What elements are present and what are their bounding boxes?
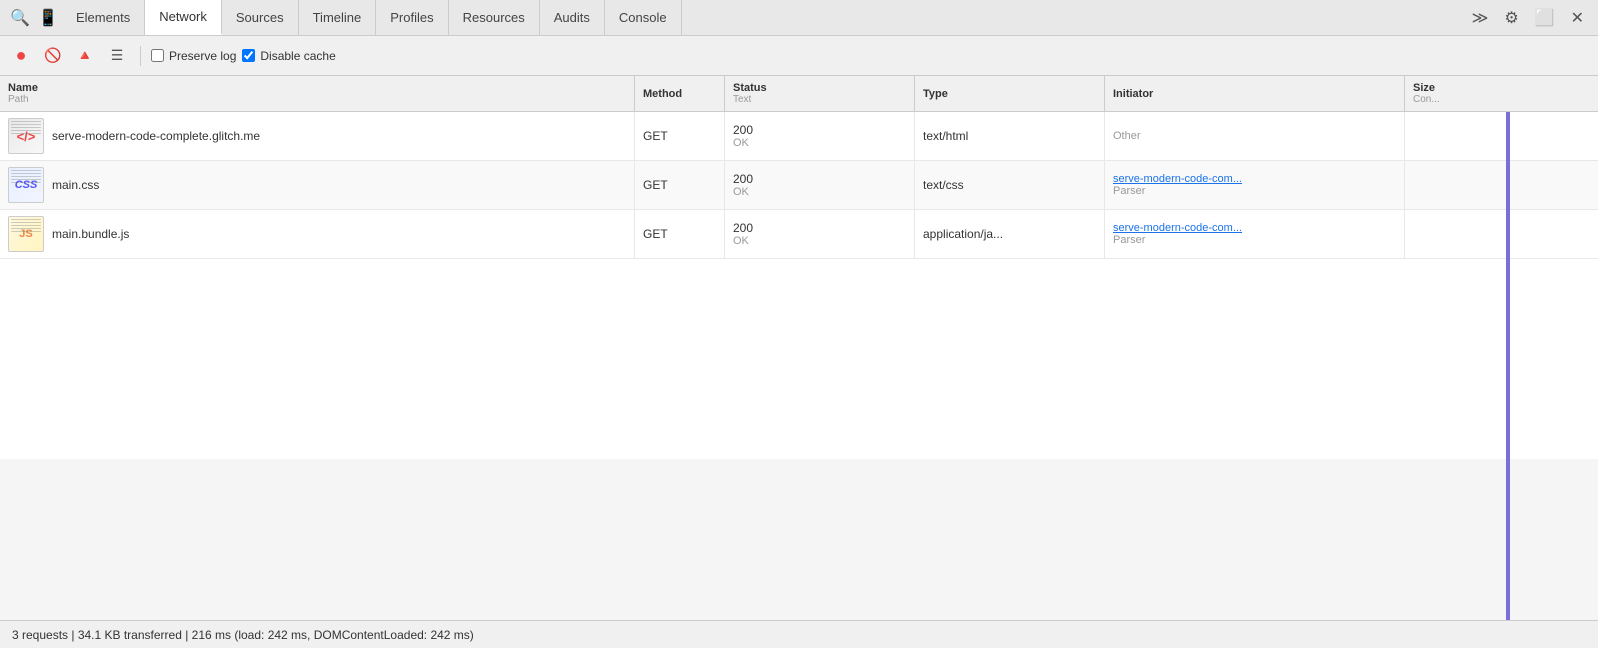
td-status-2: 200 OK <box>725 161 915 209</box>
tab-network[interactable]: Network <box>145 0 222 35</box>
top-nav: 🔍 📱 Elements Network Sources Timeline Pr… <box>0 0 1598 36</box>
tab-profiles[interactable]: Profiles <box>376 0 448 35</box>
th-name-sub: Path <box>8 94 626 105</box>
status-code-1: 200 <box>733 123 753 137</box>
execute-icon[interactable]: ≫ <box>1468 4 1493 32</box>
th-size-sub: Con... <box>1413 94 1590 105</box>
th-method[interactable]: Method <box>635 76 725 111</box>
th-size-main: Size <box>1413 82 1590 94</box>
preserve-log-text: Preserve log <box>169 49 236 63</box>
table-row[interactable]: JS main.bundle.js GET 200 OK application… <box>0 210 1598 259</box>
dock-icon[interactable]: ⬜ <box>1531 4 1559 32</box>
search-icon[interactable]: 🔍 <box>6 4 34 32</box>
td-name-3: JS main.bundle.js <box>0 210 635 258</box>
settings-icon[interactable]: ⚙ <box>1500 4 1522 32</box>
initiator-value-1: Other <box>1113 130 1141 142</box>
file-icon-js: JS <box>8 216 44 252</box>
file-name-3: main.bundle.js <box>52 227 129 241</box>
td-type-2: text/css <box>915 161 1105 209</box>
filter-button[interactable]: 🔺 <box>72 43 98 69</box>
preserve-log-label[interactable]: Preserve log <box>151 49 236 63</box>
initiator-sub-3: Parser <box>1113 234 1145 246</box>
file-icon-html: </> <box>8 118 44 154</box>
td-method-1: GET <box>635 112 725 160</box>
method-value-2: GET <box>643 178 668 192</box>
method-value-1: GET <box>643 129 668 143</box>
disable-cache-checkbox[interactable] <box>242 49 255 62</box>
initiator-link-3[interactable]: serve-modern-code-com... <box>1113 222 1242 234</box>
th-name[interactable]: Name Path <box>0 76 635 111</box>
toolbar: ● 🚫 🔺 ☰ Preserve log Disable cache <box>0 36 1598 76</box>
th-name-main: Name <box>8 82 626 94</box>
list-view-button[interactable]: ☰ <box>104 43 130 69</box>
td-name-1: </> serve-modern-code-complete.glitch.me <box>0 112 635 160</box>
record-button[interactable]: ● <box>8 43 34 69</box>
td-size-3 <box>1405 210 1598 258</box>
file-name-2: main.css <box>52 178 99 192</box>
table-header: Name Path Method Status Text Type Initia… <box>0 76 1598 112</box>
tab-sources[interactable]: Sources <box>222 0 299 35</box>
table-row[interactable]: CSS main.css GET 200 OK text/css serve-m… <box>0 161 1598 210</box>
tab-timeline[interactable]: Timeline <box>299 0 377 35</box>
status-text-3: OK <box>733 235 749 247</box>
th-size[interactable]: Size Con... <box>1405 76 1598 111</box>
toolbar-separator-1 <box>140 46 141 66</box>
table-row[interactable]: </> serve-modern-code-complete.glitch.me… <box>0 112 1598 161</box>
td-status-1: 200 OK <box>725 112 915 160</box>
status-code-2: 200 <box>733 172 753 186</box>
td-type-1: text/html <box>915 112 1105 160</box>
disable-cache-text: Disable cache <box>260 49 335 63</box>
th-initiator-main: Initiator <box>1113 88 1396 100</box>
type-value-1: text/html <box>923 129 968 143</box>
th-status-sub: Text <box>733 94 906 105</box>
td-initiator-2: serve-modern-code-com... Parser <box>1105 161 1405 209</box>
tab-elements[interactable]: Elements <box>62 0 145 35</box>
tab-audits[interactable]: Audits <box>540 0 605 35</box>
close-icon[interactable]: ✕ <box>1567 4 1588 32</box>
type-value-2: text/css <box>923 178 964 192</box>
file-name-1: serve-modern-code-complete.glitch.me <box>52 129 260 143</box>
initiator-sub-2: Parser <box>1113 185 1145 197</box>
td-size-2 <box>1405 161 1598 209</box>
th-method-main: Method <box>643 88 716 100</box>
table-body: </> serve-modern-code-complete.glitch.me… <box>0 112 1598 620</box>
empty-space <box>0 259 1598 459</box>
td-status-3: 200 OK <box>725 210 915 258</box>
initiator-link-2[interactable]: serve-modern-code-com... <box>1113 173 1242 185</box>
td-initiator-1: Other <box>1105 112 1405 160</box>
th-type[interactable]: Type <box>915 76 1105 111</box>
status-text-2: OK <box>733 186 749 198</box>
status-code-3: 200 <box>733 221 753 235</box>
main-content: Name Path Method Status Text Type Initia… <box>0 76 1598 620</box>
preserve-log-checkbox[interactable] <box>151 49 164 62</box>
nav-right: ≫ ⚙ ⬜ ✕ <box>1468 4 1592 32</box>
status-text-1: OK <box>733 137 749 149</box>
td-size-1 <box>1405 112 1598 160</box>
tab-console[interactable]: Console <box>605 0 682 35</box>
th-type-main: Type <box>923 88 1096 100</box>
th-status-main: Status <box>733 82 906 94</box>
stop-button[interactable]: 🚫 <box>40 43 66 69</box>
waterfall-bar <box>1506 112 1510 620</box>
td-initiator-3: serve-modern-code-com... Parser <box>1105 210 1405 258</box>
disable-cache-label[interactable]: Disable cache <box>242 49 335 63</box>
td-method-2: GET <box>635 161 725 209</box>
td-method-3: GET <box>635 210 725 258</box>
td-type-3: application/ja... <box>915 210 1105 258</box>
method-value-3: GET <box>643 227 668 241</box>
th-status[interactable]: Status Text <box>725 76 915 111</box>
file-icon-css: CSS <box>8 167 44 203</box>
status-bar: 3 requests | 34.1 KB transferred | 216 m… <box>0 620 1598 648</box>
th-initiator[interactable]: Initiator <box>1105 76 1405 111</box>
nav-tabs: Elements Network Sources Timeline Profil… <box>62 0 1468 35</box>
tab-resources[interactable]: Resources <box>449 0 540 35</box>
device-icon[interactable]: 📱 <box>34 4 62 32</box>
type-value-3: application/ja... <box>923 227 1003 241</box>
td-name-2: CSS main.css <box>0 161 635 209</box>
status-bar-text: 3 requests | 34.1 KB transferred | 216 m… <box>12 628 474 642</box>
